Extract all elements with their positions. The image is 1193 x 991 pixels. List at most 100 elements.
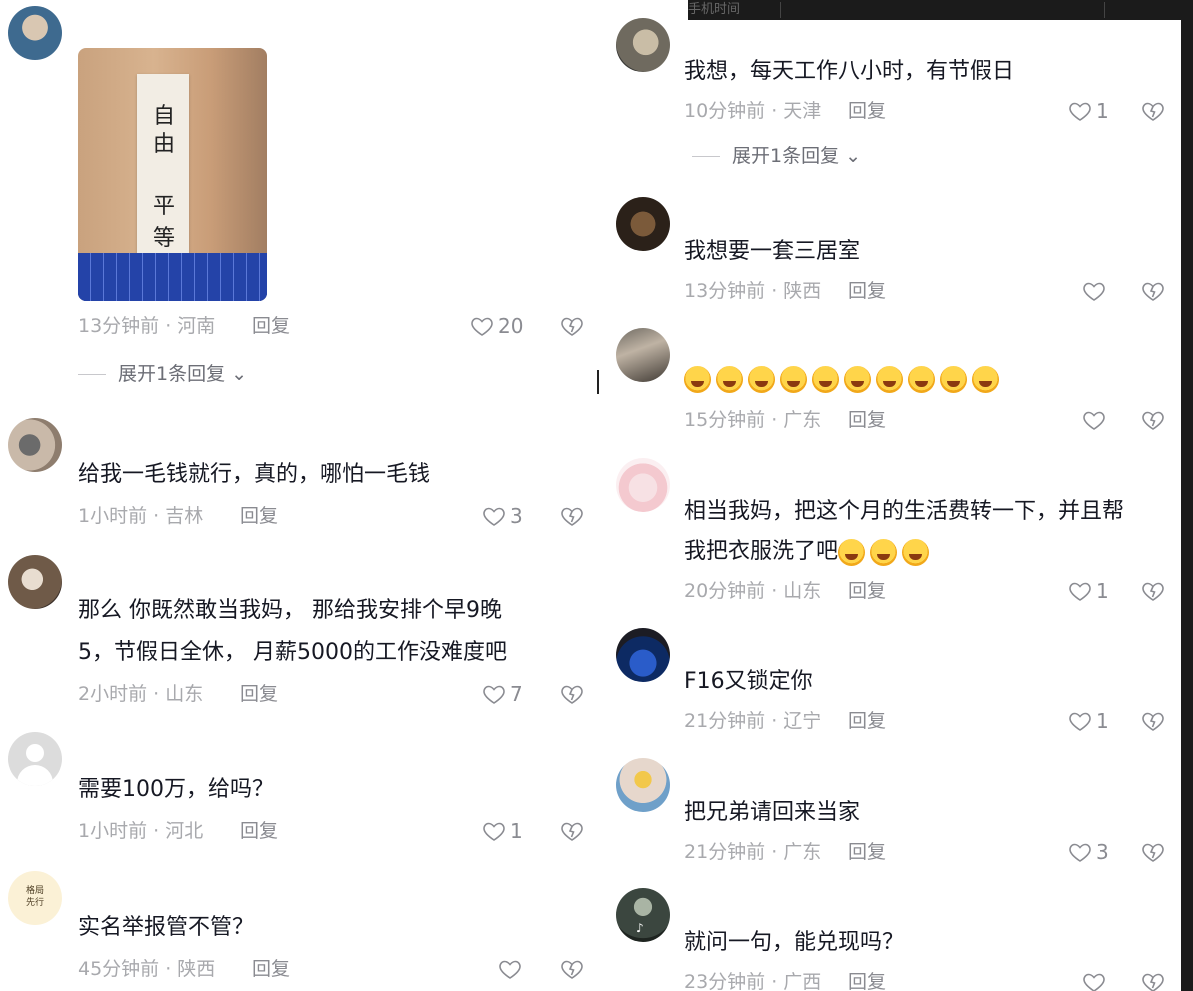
like-button[interactable]: 1 — [1068, 707, 1109, 735]
comment-time-location: 15分钟前 · 广东 — [684, 409, 822, 431]
avatar[interactable] — [8, 418, 62, 472]
avatar[interactable]: ♪ — [616, 888, 670, 942]
reply-button[interactable]: 回复 — [848, 408, 886, 432]
reply-button[interactable]: 回复 — [848, 579, 886, 603]
laughing-crying-emoji-icon — [844, 366, 871, 393]
like-button[interactable]: 1 — [1068, 577, 1109, 605]
like-button[interactable] — [1082, 406, 1110, 434]
dislike-icon[interactable] — [560, 819, 584, 843]
reply-button[interactable]: 回复 — [848, 970, 886, 991]
dislike-icon[interactable] — [1141, 579, 1165, 603]
avatar[interactable] — [616, 328, 670, 382]
comment-text: 实名举报管不管？ — [78, 915, 255, 940]
laughing-crying-emoji-icon — [748, 366, 775, 393]
dislike-icon[interactable] — [560, 957, 584, 981]
image-char: 由 — [152, 132, 175, 157]
comment-image[interactable]: 自 由 平 等 — [78, 48, 267, 301]
like-count: 1 — [1096, 709, 1109, 733]
reply-button[interactable]: 回复 — [240, 504, 278, 528]
expand-label: 展开1条回复 — [118, 363, 226, 385]
image-char: 平 — [152, 194, 175, 219]
dislike-icon[interactable] — [1141, 279, 1165, 303]
reply-button[interactable]: 回复 — [240, 682, 278, 706]
heart-icon — [483, 507, 505, 526]
dislike-icon[interactable] — [560, 682, 584, 706]
avatar-label: 格局 先行 — [25, 886, 44, 908]
comment-text: F16又锁定你 — [684, 669, 813, 694]
emoji-row — [838, 538, 934, 566]
comment-text: 需要100万，给吗？ — [78, 777, 274, 802]
left-comment-column: 自 由 平 等 13分钟前 · 河南 回复 20 展开1条回复 ⌄ 给我一毛钱就… — [0, 0, 600, 991]
comment-text-segment: 我把衣服洗了吧 — [684, 539, 839, 564]
comment-text: 我想，每天工作八小时，有节假日 — [684, 59, 1015, 84]
comment-time-location: 1小时前 · 河北 — [78, 820, 204, 842]
chevron-down-icon: ⌄ — [845, 145, 862, 167]
laughing-crying-emoji-icon — [940, 366, 967, 393]
heart-icon — [1083, 973, 1105, 991]
heart-icon — [1069, 712, 1091, 731]
heart-icon — [1083, 282, 1105, 301]
avatar[interactable] — [616, 628, 670, 682]
image-char: 等 — [152, 226, 175, 251]
heart-icon — [483, 822, 505, 841]
laughing-crying-emoji-icon — [870, 538, 898, 566]
avatar[interactable] — [616, 197, 670, 251]
comment-time-location: 1小时前 · 吉林 — [78, 505, 204, 527]
chevron-down-icon: ⌄ — [231, 363, 248, 385]
reply-button[interactable]: 回复 — [848, 99, 886, 123]
like-button[interactable]: 1 — [482, 817, 523, 845]
comment-time-location: 2小时前 · 山东 — [78, 683, 204, 705]
like-count: 20 — [498, 314, 524, 338]
dislike-icon[interactable] — [1141, 840, 1165, 864]
right-comment-column: 手机时间 我想，每天工作八小时，有节假日 10分钟前 · 天津 回复 1 展开1… — [600, 0, 1193, 991]
expand-replies[interactable]: 展开1条回复 ⌄ — [692, 144, 861, 168]
dislike-icon[interactable] — [1141, 99, 1165, 123]
reply-button[interactable]: 回复 — [252, 314, 290, 338]
reply-button[interactable]: 回复 — [848, 279, 886, 303]
laughing-crying-emoji-icon — [780, 366, 807, 393]
avatar-head — [26, 744, 44, 762]
avatar-text[interactable]: 格局 先行 — [8, 871, 62, 925]
like-count: 7 — [510, 682, 523, 706]
comment-text-line1: 相当我妈，把这个月的生活费转一下，并且帮 — [684, 499, 1125, 524]
like-button[interactable] — [1082, 277, 1110, 305]
expand-label: 展开1条回复 — [732, 145, 840, 167]
avatar[interactable] — [616, 458, 670, 512]
dislike-icon[interactable] — [560, 504, 584, 528]
reply-button[interactable]: 回复 — [848, 709, 886, 733]
like-button[interactable]: 3 — [1068, 838, 1109, 866]
reply-button[interactable]: 回复 — [252, 957, 290, 981]
reply-button[interactable]: 回复 — [240, 819, 278, 843]
heart-icon — [1069, 843, 1091, 862]
expand-replies[interactable]: 展开1条回复 ⌄ — [78, 362, 247, 386]
avatar[interactable] — [8, 6, 62, 60]
like-button[interactable]: 1 — [1068, 97, 1109, 125]
comment-time-location: 21分钟前 · 广东 — [684, 841, 822, 863]
like-button[interactable] — [1082, 968, 1110, 991]
like-count: 3 — [1096, 840, 1109, 864]
comment-text: 就问一句，能兑现吗？ — [684, 930, 905, 955]
laughing-crying-emoji-icon — [876, 366, 903, 393]
like-button[interactable]: 3 — [482, 502, 523, 530]
avatar[interactable] — [616, 758, 670, 812]
laughing-crying-emoji-icon — [972, 366, 999, 393]
dislike-icon[interactable] — [1141, 970, 1165, 991]
comment-time-location: 20分钟前 · 山东 — [684, 580, 822, 602]
dislike-icon[interactable] — [560, 314, 584, 338]
dislike-icon[interactable] — [1141, 408, 1165, 432]
heart-icon — [1083, 411, 1105, 430]
avatar-default[interactable] — [8, 732, 62, 786]
laughing-crying-emoji-icon — [908, 366, 935, 393]
avatar[interactable] — [616, 18, 670, 72]
avatar[interactable] — [8, 555, 62, 609]
like-button[interactable] — [498, 955, 526, 983]
comment-time-location: 21分钟前 · 辽宁 — [684, 710, 822, 732]
laughing-crying-emoji-icon — [716, 366, 743, 393]
like-button[interactable]: 7 — [482, 680, 523, 708]
heart-icon — [499, 960, 521, 979]
dislike-icon[interactable] — [1141, 709, 1165, 733]
like-button[interactable]: 20 — [470, 312, 523, 340]
reply-button[interactable]: 回复 — [848, 840, 886, 864]
like-count: 1 — [510, 819, 523, 843]
expand-divider — [78, 374, 106, 375]
